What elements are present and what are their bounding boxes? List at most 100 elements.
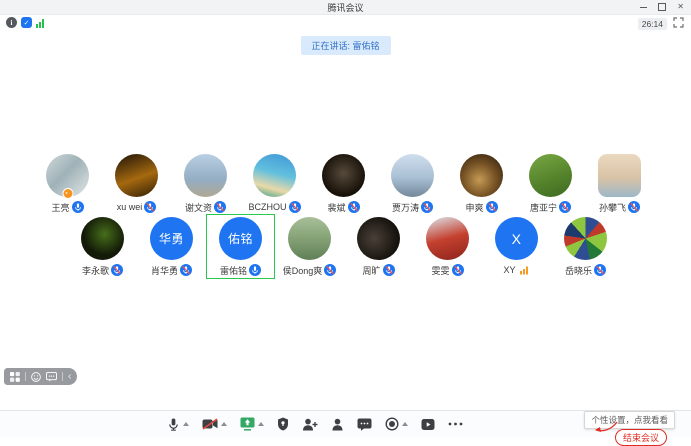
participant-tile[interactable]: 王亮	[33, 151, 102, 216]
avatar-initials: X	[512, 231, 522, 247]
mic-muted-icon	[383, 264, 395, 276]
mic-muted-icon	[348, 201, 360, 213]
mic-muted-icon	[628, 201, 640, 213]
mic-muted-icon	[180, 264, 192, 276]
participant-name: 贾万涛	[392, 201, 419, 214]
security-icon[interactable]	[277, 417, 289, 431]
avatar	[81, 217, 124, 260]
emoji-icon[interactable]	[31, 372, 41, 382]
participant-tile[interactable]: 周旷	[344, 214, 413, 279]
caret-up-icon[interactable]	[258, 422, 264, 426]
participant-tile[interactable]: 华勇 肖华勇	[137, 214, 206, 279]
avatar: 佑铭	[219, 217, 262, 260]
avatar	[357, 217, 400, 260]
maximize-icon[interactable]	[658, 3, 666, 11]
participant-name: 雷佑铭	[220, 264, 247, 277]
participant-tile[interactable]: 贾万涛	[378, 151, 447, 216]
apps-grid-icon[interactable]	[10, 372, 20, 382]
participant-tile[interactable]: 雯雯	[413, 214, 482, 279]
participant-name: 肖华勇	[151, 264, 178, 277]
participant-tile[interactable]: 申爽	[447, 151, 516, 216]
participants-row-1: 王亮 xu wei 谢文资 BCZHOU 裴斌 贾	[33, 151, 654, 216]
network-quality-icon[interactable]	[36, 18, 44, 28]
mic-active-icon	[249, 264, 261, 276]
end-meeting-button[interactable]: 结束会议	[615, 429, 667, 446]
mic-muted-icon	[421, 201, 433, 213]
participant-tile[interactable]: 谢文资	[171, 151, 240, 216]
caret-up-icon[interactable]	[402, 422, 408, 426]
more-icon[interactable]	[448, 422, 463, 426]
participant-name: 周旷	[362, 264, 380, 277]
avatar	[391, 154, 434, 197]
participant-tile[interactable]: 裴斌	[309, 151, 378, 216]
mic-muted-icon	[452, 264, 464, 276]
avatar	[46, 154, 89, 197]
fullscreen-icon[interactable]	[673, 15, 684, 33]
mic-muted-icon	[486, 201, 498, 213]
meeting-timer: 26:14	[638, 18, 667, 30]
meeting-status-icons: i ✓	[6, 17, 44, 28]
participant-tile[interactable]: 岳晓乐	[551, 214, 620, 279]
participants-row-2: 李永歌 华勇 肖华勇 佑铭 雷佑铭 侯Dong爽 周旷	[68, 214, 620, 279]
title-bar: 腾讯会议 ✕	[0, 0, 691, 15]
chat-icon[interactable]	[357, 418, 372, 431]
avatar	[460, 154, 503, 197]
avatar	[529, 154, 572, 197]
floating-toolbar[interactable]: ‹	[4, 368, 77, 385]
avatar	[426, 217, 469, 260]
participant-name: 谢文资	[185, 201, 212, 214]
apps-icon[interactable]	[421, 418, 435, 431]
avatar	[253, 154, 296, 197]
mic-muted-icon	[559, 201, 571, 213]
mic-active-icon	[72, 201, 84, 213]
participant-name: 李永歌	[82, 264, 109, 277]
avatar	[564, 217, 607, 260]
mic-muted-icon	[324, 264, 336, 276]
avatar-initials: 华勇	[159, 230, 184, 247]
avatar	[598, 154, 641, 197]
avatar: 华勇	[150, 217, 193, 260]
message-icon[interactable]	[46, 372, 57, 382]
participant-tile[interactable]: 李永歌	[68, 214, 137, 279]
participant-tile[interactable]: BCZHOU	[240, 151, 309, 216]
network-signal-icon	[518, 264, 530, 276]
participant-tile[interactable]: 唐亚宁	[516, 151, 585, 216]
mic-muted-icon	[111, 264, 123, 276]
participant-tile[interactable]: xu wei	[102, 151, 171, 216]
participant-name: xu wei	[117, 202, 143, 212]
participant-tile[interactable]: 侯Dong爽	[275, 214, 344, 279]
mic-muted-icon	[594, 264, 606, 276]
mic-muted-icon	[214, 201, 226, 213]
invite-icon[interactable]	[302, 418, 318, 431]
speaking-notification: 正在讲话: 雷佑铭	[300, 36, 390, 55]
camera-off-icon[interactable]	[202, 418, 218, 430]
participant-name: 裴斌	[327, 201, 345, 214]
participant-name: 侯Dong爽	[283, 264, 323, 277]
participant-name: 雯雯	[431, 264, 449, 277]
info-icon[interactable]: i	[6, 17, 17, 28]
avatar	[184, 154, 227, 197]
record-icon[interactable]	[385, 417, 399, 431]
participants-icon[interactable]	[331, 418, 344, 431]
participant-name: BCZHOU	[249, 202, 287, 212]
avatar-initials: 佑铭	[228, 230, 253, 247]
close-icon[interactable]: ✕	[677, 3, 684, 11]
avatar	[288, 217, 331, 260]
microphone-icon[interactable]	[167, 417, 180, 432]
collapse-left-icon[interactable]: ‹	[68, 372, 71, 382]
participant-tile[interactable]: 佑铭 雷佑铭	[206, 214, 275, 279]
caret-up-icon[interactable]	[183, 422, 189, 426]
avatar	[322, 154, 365, 197]
participant-tile[interactable]: 孙攀飞	[585, 151, 654, 216]
minimize-icon[interactable]	[640, 7, 647, 8]
caret-up-icon[interactable]	[221, 422, 227, 426]
shield-icon[interactable]: ✓	[21, 17, 32, 28]
participant-name: 王亮	[51, 201, 69, 214]
participant-name: 申爽	[465, 201, 483, 214]
divider	[62, 372, 63, 381]
participant-name: 唐亚宁	[530, 201, 557, 214]
participant-name: 孙攀飞	[599, 201, 626, 214]
share-screen-icon[interactable]	[240, 417, 255, 431]
participant-tile[interactable]: X XY	[482, 214, 551, 279]
participant-name: XY	[503, 265, 515, 275]
